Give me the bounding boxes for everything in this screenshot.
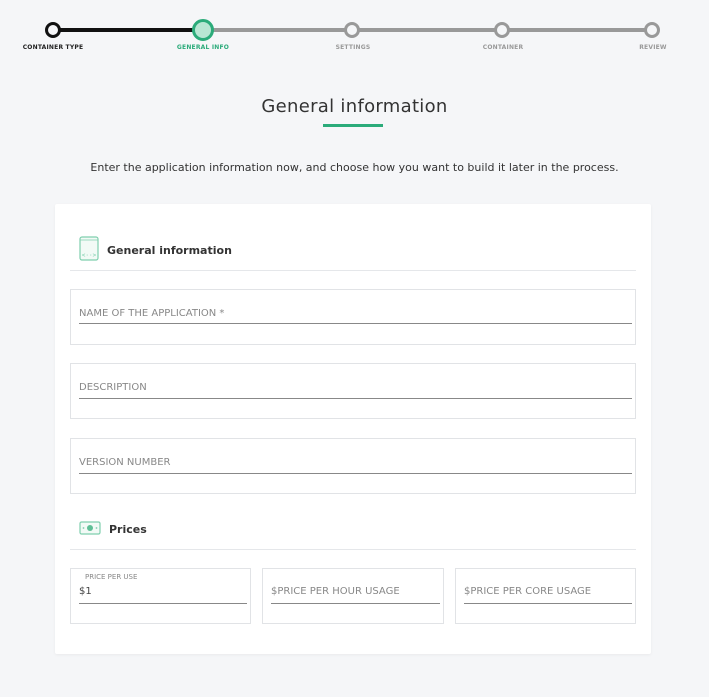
- application-name-placeholder: NAME OF THE APPLICATION *: [79, 308, 225, 319]
- step-dot-container[interactable]: [494, 22, 510, 38]
- price-per-core-field[interactable]: $PRICE PER CORE USAGE: [455, 568, 636, 624]
- general-section-divider: [70, 270, 636, 271]
- price-per-core-underline: [464, 603, 632, 604]
- stepper-track-pending: [203, 28, 653, 32]
- stepper-track-completed: [53, 28, 203, 32]
- code-file-icon: <··>: [79, 235, 99, 265]
- step-label-container-type[interactable]: CONTAINER TYPE: [23, 44, 84, 51]
- step-label-settings[interactable]: SETTINGS: [336, 44, 371, 51]
- price-per-use-underline: [79, 603, 247, 604]
- description-placeholder: DESCRIPTION: [79, 382, 147, 393]
- page-title: General information: [261, 96, 448, 117]
- money-icon: [79, 520, 101, 539]
- application-form-card: <··> General information NAME OF THE APP…: [55, 204, 651, 654]
- step-dot-container-type[interactable]: [45, 22, 61, 38]
- price-per-use-value: $1: [79, 586, 92, 597]
- general-section-header: <··> General information: [79, 235, 232, 265]
- price-per-use-label: PRICE PER USE: [85, 573, 138, 581]
- prices-section-title: Prices: [109, 522, 147, 536]
- application-name-field[interactable]: NAME OF THE APPLICATION *: [70, 289, 636, 345]
- step-label-review[interactable]: REVIEW: [639, 44, 667, 51]
- intro-text: Enter the application information now, a…: [90, 161, 619, 174]
- title-underline: [323, 124, 383, 127]
- prices-section-header: Prices: [79, 517, 147, 541]
- description-underline: [79, 398, 632, 399]
- price-per-hour-underline: [271, 603, 440, 604]
- step-label-general-info[interactable]: GENERAL INFO: [177, 44, 229, 51]
- step-label-container[interactable]: CONTAINER: [483, 44, 524, 51]
- description-field[interactable]: DESCRIPTION: [70, 363, 636, 419]
- price-per-hour-field[interactable]: $PRICE PER HOUR USAGE: [262, 568, 444, 624]
- general-section-title: General information: [107, 243, 232, 257]
- price-per-hour-placeholder: $PRICE PER HOUR USAGE: [271, 586, 400, 597]
- step-dot-review[interactable]: [644, 22, 660, 38]
- step-dot-general-info[interactable]: [192, 19, 214, 41]
- step-dot-settings[interactable]: [344, 22, 360, 38]
- version-number-field[interactable]: VERSION NUMBER: [70, 438, 636, 494]
- svg-text:<··>: <··>: [82, 252, 97, 259]
- version-number-placeholder: VERSION NUMBER: [79, 457, 171, 468]
- progress-stepper: CONTAINER TYPE GENERAL INFO SETTINGS CON…: [0, 0, 709, 60]
- version-number-underline: [79, 473, 632, 474]
- price-per-use-field[interactable]: PRICE PER USE $1: [70, 568, 251, 624]
- price-per-core-placeholder: $PRICE PER CORE USAGE: [464, 586, 592, 597]
- prices-section-divider: [70, 549, 636, 550]
- application-name-underline: [79, 323, 632, 324]
